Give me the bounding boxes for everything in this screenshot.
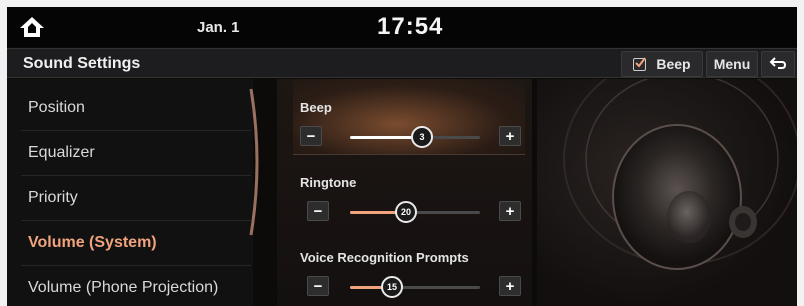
sidebar-item-volume-phone-projection[interactable]: Volume (Phone Projection) [21,266,251,306]
ringtone-minus-button[interactable]: − [307,201,329,221]
beep-slider-knob[interactable]: 3 [411,126,433,148]
beep-toggle-button[interactable]: Beep [621,51,703,77]
minus-icon: − [306,127,316,145]
voice-prompts-plus-button[interactable]: + [499,276,521,296]
ringtone-plus-button[interactable]: + [499,201,521,221]
voice-prompts-slider-label: Voice Recognition Prompts [300,250,469,265]
beep-minus-button[interactable]: − [300,126,322,146]
speaker-graphic [537,79,797,306]
sidebar-item-volume-system[interactable]: Volume (System) [21,221,251,266]
ringtone-slider-knob[interactable]: 20 [395,201,417,223]
sidebar-item-equalizer[interactable]: Equalizer [21,131,251,176]
page-title: Sound Settings [23,55,141,72]
voice-prompts-slider-knob[interactable]: 15 [381,276,403,298]
minus-icon: − [313,277,323,295]
sidebar-item-position[interactable]: Position [21,86,251,131]
sidebar-item-priority[interactable]: Priority [21,176,251,221]
checkbox-checked-icon [633,56,647,71]
voice-prompts-slider[interactable]: 15 [350,276,480,298]
beep-toggle-label: Beep [656,56,691,72]
back-arrow-icon [769,56,787,73]
back-button[interactable] [761,51,795,77]
sidebar-menu: Position Equalizer Priority Volume (Syst… [7,79,253,306]
ringtone-slider-label: Ringtone [300,175,357,190]
plus-icon: + [505,127,515,145]
plus-icon: + [505,202,515,220]
date-label: Jan. 1 [197,19,240,36]
voice-prompts-minus-button[interactable]: − [307,276,329,296]
scroll-indicator[interactable] [247,87,267,237]
plus-icon: + [505,277,515,295]
beep-highlight [293,79,525,155]
minus-icon: − [313,202,323,220]
ringtone-slider[interactable]: 20 [350,201,480,223]
beep-plus-button[interactable]: + [499,126,521,146]
status-bar: Jan. 1 17:54 [7,7,797,47]
header-bar: Sound Settings Beep Menu [7,48,797,78]
clock: 17:54 [377,13,444,40]
menu-button[interactable]: Menu [706,51,758,77]
home-icon[interactable] [19,15,47,39]
beep-slider-label: Beep [300,100,332,115]
volume-panel: Beep − 3 + Ringtone − 20 + Voice Recogni… [277,79,544,306]
speaker-icon [563,79,797,270]
screen: Jan. 1 17:54 Sound Settings Beep Menu Po… [7,7,797,306]
beep-slider[interactable]: 3 [350,126,480,148]
